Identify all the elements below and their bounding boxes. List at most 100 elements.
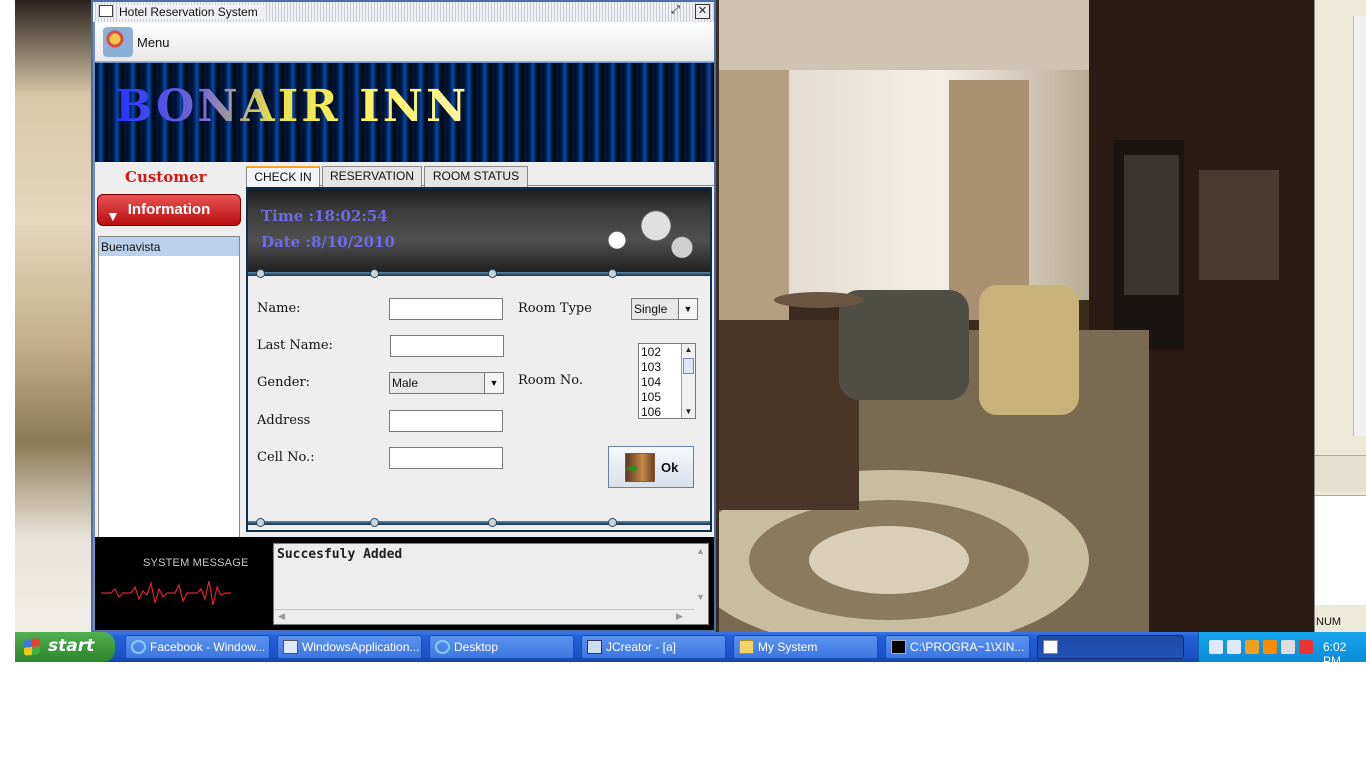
taskbar-item-facebook[interactable]: Facebook - Window... — [125, 635, 270, 659]
waveform-icon — [101, 580, 231, 606]
hotel-room-photo — [719, 0, 1314, 632]
screen: NUM Hotel Reservation System ⤢ ✕ Menu BO… — [0, 0, 1366, 768]
ok-button[interactable]: ➔ Ok — [608, 446, 694, 488]
room-option[interactable]: 103 — [641, 360, 661, 374]
background-panel-white — [1315, 495, 1366, 605]
system-message-text: Succesfuly Added — [277, 547, 403, 562]
address-field[interactable] — [389, 410, 503, 432]
window-titlebar[interactable]: Hotel Reservation System ⤢ ✕ — [93, 2, 714, 22]
hotel-wallpaper-left — [15, 0, 93, 632]
room-type-select[interactable]: Single ▼ — [631, 298, 698, 320]
room-option[interactable]: 102 — [641, 345, 661, 359]
decorative-rail-top — [248, 269, 710, 278]
current-time: Time :18:02:54 — [261, 207, 388, 225]
scroll-left-icon[interactable]: ◀ — [278, 611, 285, 622]
system-tray: 6:02 PM — [1198, 632, 1366, 668]
scroll-up-icon[interactable]: ▲ — [682, 344, 695, 356]
gender-selected: Male — [392, 376, 419, 390]
windows-logo-icon — [24, 638, 40, 656]
information-button[interactable]: ▼ Information — [97, 194, 241, 226]
scroll-thumb[interactable] — [683, 358, 694, 374]
room-list-scrollbar[interactable]: ▲ ▼ — [681, 344, 695, 418]
console-icon — [891, 640, 906, 654]
taskbar-item-label: My System — [758, 640, 818, 654]
decorative-swirl — [578, 197, 708, 269]
rivet — [488, 518, 497, 527]
room-option[interactable]: 105 — [641, 390, 661, 404]
taskbar: start Facebook - Window... WindowsApplic… — [15, 632, 1366, 668]
window-icon — [99, 5, 113, 17]
vb-icon — [283, 640, 298, 654]
num-lock-indicator: NUM — [1316, 616, 1342, 628]
customer-list[interactable]: Buenavista — [98, 236, 240, 538]
taskbar-item-label: C:\PROGRA~1\XIN... — [910, 640, 1025, 654]
room-type-selected: Single — [634, 302, 668, 316]
customer-heading: Customer — [125, 168, 207, 186]
vlc-tray-icon[interactable] — [1263, 640, 1277, 654]
start-button[interactable]: start — [15, 632, 115, 662]
scroll-right-icon[interactable]: ▶ — [676, 611, 683, 622]
taskbar-item-jcreator[interactable]: JCreator - [a] — [581, 635, 726, 659]
tab-room-status[interactable]: ROOM STATUS — [424, 166, 528, 187]
taskbar-item-my-system[interactable]: My System — [733, 635, 878, 659]
start-label: start — [48, 636, 95, 656]
taskbar-item-desktop[interactable]: Desktop — [429, 635, 574, 659]
door-exit-icon: ➔ — [625, 453, 655, 482]
background-scrollbar[interactable] — [1353, 16, 1366, 436]
pin-icon: ▼ — [106, 208, 120, 224]
ie-icon — [435, 640, 450, 654]
cell-number-label: Cell No.: — [257, 450, 315, 465]
rivet — [370, 269, 379, 278]
chevron-down-icon[interactable]: ▼ — [484, 373, 503, 393]
clock-banner: Time :18:02:54 Date :8/10/2010 — [248, 189, 710, 274]
hotel-name: BONAIR INN — [115, 81, 470, 132]
tab-reservation[interactable]: RESERVATION — [322, 166, 422, 187]
close-button[interactable]: ✕ — [695, 4, 710, 19]
taskbar-item-label: JCreator - [a] — [606, 640, 677, 654]
java-icon — [1043, 640, 1058, 654]
current-date: Date :8/10/2010 — [261, 233, 395, 251]
last-name-field[interactable] — [390, 335, 504, 357]
rivet — [608, 269, 617, 278]
jcreator-icon — [587, 640, 602, 654]
chevron-down-icon[interactable]: ▼ — [678, 299, 697, 319]
taskbar-item-windows-application[interactable]: WindowsApplication... — [277, 635, 422, 659]
ok-button-label: Ok — [661, 460, 679, 475]
scroll-down-icon[interactable]: ▼ — [696, 592, 705, 602]
room-option[interactable]: 106 — [641, 405, 661, 419]
taskbar-item-label: Facebook - Window... — [150, 640, 266, 654]
hotel-room-image — [719, 0, 1314, 632]
scroll-up-icon[interactable]: ▲ — [696, 546, 705, 556]
system-message-box[interactable]: Succesfuly Added ▲ ▼ ◀ ▶ — [273, 543, 709, 625]
taskbar-item-label: Desktop — [454, 640, 499, 654]
java-tray-icon[interactable] — [1245, 640, 1259, 654]
hotel-banner: BONAIR INN — [95, 63, 714, 162]
room-number-label: Room No. — [518, 373, 584, 388]
menu-icon[interactable] — [103, 27, 133, 57]
address-label: Address — [257, 413, 311, 428]
room-number-list[interactable]: 102 103 104 105 106 ▲ ▼ — [638, 343, 696, 419]
message-horizontal-scrollbar[interactable]: ◀ ▶ — [274, 609, 694, 624]
cell-number-field[interactable] — [389, 447, 503, 469]
menu-item[interactable]: Menu — [137, 35, 170, 50]
gender-label: Gender: — [257, 375, 311, 390]
rivet — [256, 269, 265, 278]
safely-remove-tray-icon[interactable] — [1299, 640, 1313, 654]
tab-check-in[interactable]: CHECK IN — [246, 166, 320, 187]
scroll-down-icon[interactable]: ▼ — [682, 406, 695, 418]
vb-tray-icon[interactable] — [1209, 640, 1223, 654]
customer-list-item[interactable]: Buenavista — [99, 237, 239, 256]
room-option[interactable]: 104 — [641, 375, 661, 389]
information-button-label: Information — [127, 201, 211, 218]
gender-select[interactable]: Male ▼ — [389, 372, 504, 394]
ie-icon — [131, 640, 146, 654]
shield-tray-icon[interactable] — [1281, 640, 1295, 654]
taskbar-item-java-app[interactable] — [1037, 635, 1184, 659]
vb-tray-icon[interactable] — [1227, 640, 1241, 654]
name-field[interactable] — [389, 298, 503, 320]
background-panel — [1315, 455, 1366, 491]
taskbar-item-console[interactable]: C:\PROGRA~1\XIN... — [885, 635, 1030, 659]
message-vertical-scrollbar[interactable]: ▲ ▼ — [693, 544, 708, 608]
taskbar-clock[interactable]: 6:02 PM — [1323, 640, 1366, 668]
restore-button[interactable]: ⤢ — [668, 4, 683, 19]
